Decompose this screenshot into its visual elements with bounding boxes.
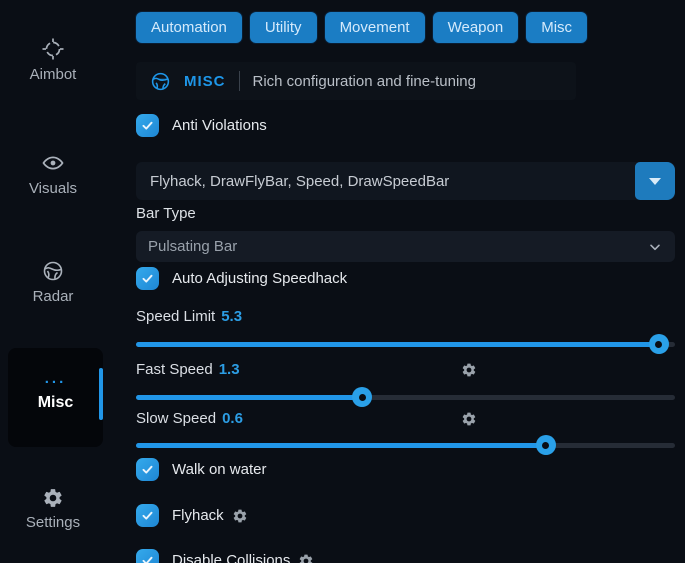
slow-speed-value: 0.6 [222, 410, 243, 427]
section-header: MISC Rich configuration and fine-tuning [136, 62, 576, 100]
chevron-down-icon [647, 239, 663, 255]
slider-fill [136, 395, 362, 400]
slider-fill [136, 342, 659, 347]
slow-speed-label: Slow Speed0.6 [136, 410, 243, 427]
globe-icon [0, 259, 106, 283]
sidebar: Aimbot Visuals Radar ... Misc [0, 0, 130, 563]
triangle-down-icon [649, 178, 661, 185]
tab-misc[interactable]: Misc [526, 12, 587, 43]
checkbox-label: Flyhack [172, 507, 248, 524]
tab-automation[interactable]: Automation [136, 12, 242, 43]
walk-on-water-row: Walk on water [136, 458, 266, 481]
fast-speed-slider[interactable] [136, 387, 675, 407]
tab-utility[interactable]: Utility [250, 12, 317, 43]
slider-thumb[interactable] [536, 435, 556, 455]
sidebar-item-aimbot[interactable]: Aimbot [0, 37, 106, 83]
sidebar-item-settings[interactable]: Settings [0, 487, 106, 531]
divider [239, 71, 240, 91]
sidebar-item-label: Visuals [0, 180, 106, 197]
main-panel: Automation Utility Movement Weapon Misc … [136, 0, 675, 563]
flyhack-checkbox[interactable] [136, 504, 159, 527]
check-icon [140, 271, 155, 286]
bar-multiselect-value: Flyhack, DrawFlyBar, Speed, DrawSpeedBar [136, 173, 635, 190]
section-title: MISC [184, 73, 226, 90]
anti-violations-row: Anti Violations [136, 114, 267, 137]
disable-collisions-checkbox[interactable] [136, 549, 159, 563]
slider-thumb[interactable] [352, 387, 372, 407]
bar-type-label: Bar Type [136, 205, 196, 222]
bar-type-value: Pulsating Bar [148, 238, 647, 255]
fast-speed-value: 1.3 [219, 361, 240, 378]
selected-indicator [99, 368, 103, 420]
checkbox-label: Auto Adjusting Speedhack [172, 270, 347, 287]
sidebar-item-visuals[interactable]: Visuals [0, 151, 106, 197]
fast-speed-label: Fast Speed1.3 [136, 361, 240, 378]
sidebar-item-label: Radar [0, 288, 106, 305]
check-icon [140, 553, 155, 563]
checkbox-label: Anti Violations [172, 117, 267, 134]
checkbox-label: Walk on water [172, 461, 266, 478]
sidebar-item-label: Misc [8, 394, 103, 412]
disable-collisions-row: Disable Collisions [136, 549, 314, 563]
check-icon [140, 462, 155, 477]
auto-adjust-checkbox[interactable] [136, 267, 159, 290]
checkbox-label: Disable Collisions [172, 552, 314, 563]
anti-violations-checkbox[interactable] [136, 114, 159, 137]
check-icon [140, 508, 155, 523]
speed-limit-slider[interactable] [136, 334, 675, 354]
gear-icon [0, 487, 106, 509]
slider-fill [136, 443, 546, 448]
auto-adjust-row: Auto Adjusting Speedhack [136, 267, 347, 290]
globe-icon [150, 71, 171, 92]
sidebar-item-misc[interactable]: ... Misc [8, 348, 103, 447]
disable-collisions-gear-icon[interactable] [298, 553, 314, 563]
crosshair-icon [0, 37, 106, 61]
slow-speed-gear-icon[interactable] [461, 411, 477, 427]
slider-thumb[interactable] [649, 334, 669, 354]
speed-limit-value: 5.3 [221, 308, 242, 325]
sidebar-item-label: Settings [0, 514, 106, 531]
flyhack-gear-icon[interactable] [232, 508, 248, 524]
bar-type-select[interactable]: Pulsating Bar [136, 231, 675, 262]
slow-speed-slider[interactable] [136, 435, 675, 455]
tab-movement[interactable]: Movement [325, 12, 425, 43]
check-icon [140, 118, 155, 133]
walk-on-water-checkbox[interactable] [136, 458, 159, 481]
eye-icon [0, 151, 106, 175]
ellipsis-icon: ... [8, 374, 103, 384]
dropdown-open-button[interactable] [635, 162, 675, 200]
fast-speed-gear-icon[interactable] [461, 362, 477, 378]
bar-multiselect[interactable]: Flyhack, DrawFlyBar, Speed, DrawSpeedBar [136, 162, 675, 200]
speed-limit-label: Speed Limit5.3 [136, 308, 242, 325]
flyhack-row: Flyhack [136, 504, 248, 527]
sidebar-item-label: Aimbot [0, 66, 106, 83]
tab-weapon[interactable]: Weapon [433, 12, 519, 43]
section-subtitle: Rich configuration and fine-tuning [253, 73, 476, 90]
sidebar-item-radar[interactable]: Radar [0, 259, 106, 305]
tab-bar: Automation Utility Movement Weapon Misc [136, 12, 587, 43]
